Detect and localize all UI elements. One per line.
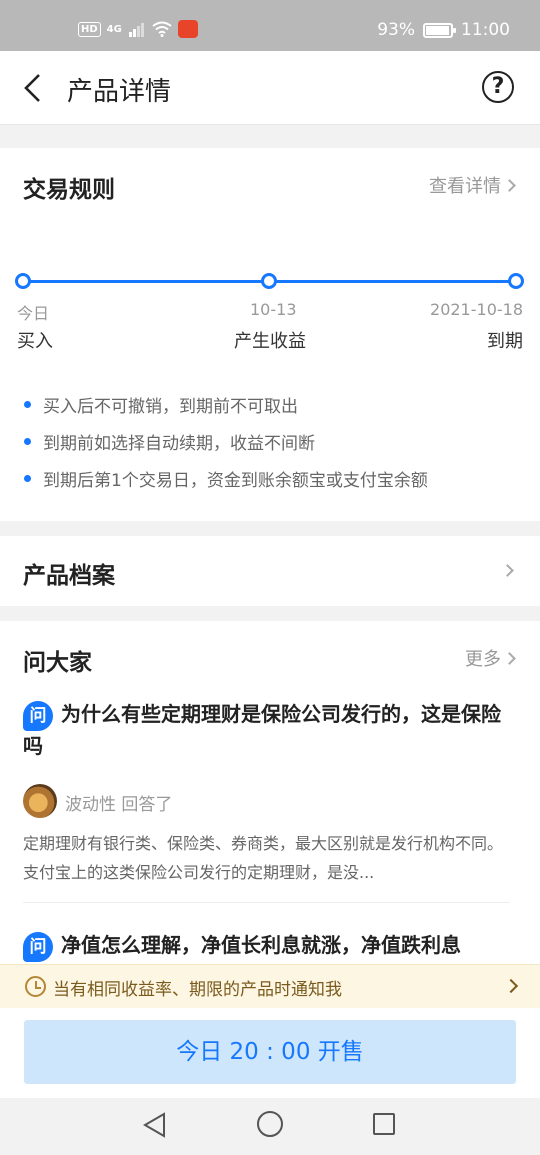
rule-item: 买入后不可撤销，到期前不可取出 <box>24 392 298 417</box>
question-2[interactable]: 问净值怎么理解，净值长利息就涨，净值跌利息 <box>23 930 510 962</box>
timeline-date-expire: 2021-10-18 <box>430 300 523 319</box>
timeline-dot-buy <box>15 273 31 289</box>
network-type: 4G <box>106 23 122 35</box>
avatar <box>23 784 57 818</box>
divider <box>23 902 510 903</box>
status-bar: HD 4G 93% 11:00 <box>0 0 540 51</box>
product-archive-row[interactable]: 产品档案 <box>0 536 540 606</box>
bullet-dot-icon <box>24 401 31 408</box>
view-details-label: 查看详情 <box>429 176 501 197</box>
question-icon: 问 <box>23 700 53 731</box>
chevron-right-icon <box>503 178 516 192</box>
hd-icon: HD <box>78 21 101 37</box>
timeline-label-buy: 买入 <box>17 331 53 352</box>
wifi-icon <box>152 21 172 37</box>
back-arrow-icon <box>24 74 40 102</box>
product-archive-title: 产品档案 <box>23 563 115 589</box>
bullet-dot-icon <box>24 438 31 445</box>
timeline-dot-earn <box>261 273 277 289</box>
notify-text: 当有相同收益率、期限的产品时通知我 <box>53 980 342 1000</box>
qa-card: 问大家 更多 问为什么有些定期理财是保险公司发行的，这是保险吗 波动性 回答了 … <box>0 621 540 964</box>
qa-more-link[interactable]: 更多 <box>465 645 516 671</box>
rule-text: 到期后第1个交易日，资金到账余额宝或支付宝余额 <box>43 471 428 491</box>
rule-text: 到期前如选择自动续期，收益不间断 <box>43 434 315 454</box>
page-title: 产品详情 <box>67 77 172 107</box>
answer-preview[interactable]: 定期理财有银行类、保险类、券商类，最大区别就是发行机构不同。支付宝上的这类保险公… <box>23 829 516 887</box>
nav-back-icon[interactable] <box>142 1112 168 1138</box>
battery-percent: 93% <box>377 20 415 40</box>
sale-time-button[interactable]: 今日 20 : 00 开售 <box>24 1020 516 1084</box>
qa-title: 问大家 <box>23 650 92 676</box>
notify-bar[interactable]: 当有相同收益率、期限的产品时通知我 <box>0 964 540 1008</box>
qa-more-label: 更多 <box>465 649 501 670</box>
rule-item: 到期后第1个交易日，资金到账余额宝或支付宝余额 <box>24 466 428 491</box>
timeline-label-earn: 产生收益 <box>234 331 306 352</box>
chevron-right-icon <box>503 978 519 994</box>
battery-icon <box>423 22 456 38</box>
trade-timeline: 今日 10-13 2021-10-18 买入 产生收益 到期 <box>0 272 540 352</box>
rule-item: 到期前如选择自动续期，收益不间断 <box>24 429 315 454</box>
alarm-clock-icon <box>25 976 46 997</box>
back-button[interactable] <box>14 67 54 107</box>
clock: 11:00 <box>461 20 510 40</box>
help-icon[interactable]: ? <box>482 71 514 103</box>
question-icon: 问 <box>23 931 53 962</box>
signal-icon <box>128 23 144 37</box>
trade-rules-title: 交易规则 <box>23 177 115 203</box>
timeline-date-earn: 10-13 <box>250 300 297 319</box>
timeline-label-expire: 到期 <box>487 331 523 352</box>
bullet-dot-icon <box>24 475 31 482</box>
system-nav-bar <box>0 1098 540 1155</box>
chevron-right-icon <box>503 651 516 665</box>
nav-home-icon[interactable] <box>257 1111 283 1137</box>
question-text: 净值怎么理解，净值长利息就涨，净值跌利息 <box>61 933 461 957</box>
view-details-link[interactable]: 查看详情 <box>429 172 516 198</box>
question-text: 为什么有些定期理财是保险公司发行的，这是保险吗 <box>23 702 501 758</box>
trade-rules-card: 交易规则 查看详情 今日 10-13 2021-10-18 买入 产生收益 到期… <box>0 148 540 521</box>
bottom-action-area: 今日 20 : 00 开售 <box>0 1008 540 1098</box>
question-1[interactable]: 问为什么有些定期理财是保险公司发行的，这是保险吗 <box>23 699 510 762</box>
nav-recent-icon[interactable] <box>373 1113 395 1135</box>
timeline-dot-expire <box>508 273 524 289</box>
nav-bar: 产品详情 ? <box>0 51 540 125</box>
chevron-right-icon <box>501 564 514 577</box>
app-notification-icon <box>177 20 198 38</box>
rule-text: 买入后不可撤销，到期前不可取出 <box>43 397 298 417</box>
timeline-date-buy: 今日 <box>17 304 50 323</box>
answerer-label: 波动性 回答了 <box>65 795 173 815</box>
